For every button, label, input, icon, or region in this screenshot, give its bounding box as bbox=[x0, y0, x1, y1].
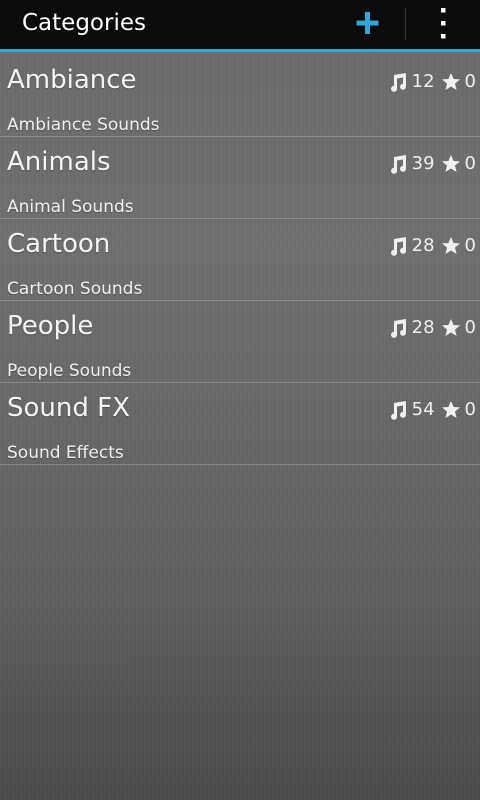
page-title: Categories bbox=[22, 10, 146, 36]
category-list: Ambiance 12 0 Ambiance Sounds Animals 39… bbox=[0, 55, 480, 465]
category-title: Animals bbox=[7, 147, 111, 177]
category-subtitle: Ambiance Sounds bbox=[7, 115, 160, 135]
star-icon bbox=[441, 236, 460, 254]
more-vertical-icon bbox=[441, 8, 446, 39]
music-note-icon bbox=[390, 400, 406, 420]
star-icon bbox=[441, 318, 460, 336]
star-icon bbox=[441, 400, 460, 418]
category-stats: 28 0 bbox=[388, 317, 476, 338]
favorite-count: 0 bbox=[464, 153, 476, 174]
category-title: Cartoon bbox=[7, 229, 111, 259]
category-subtitle: Cartoon Sounds bbox=[7, 279, 143, 299]
list-item-people[interactable]: People 28 0 People Sounds bbox=[0, 301, 480, 383]
plus-icon bbox=[356, 12, 379, 34]
add-category-button[interactable] bbox=[348, 4, 388, 44]
list-item-animals[interactable]: Animals 39 0 Animal Sounds bbox=[0, 137, 480, 219]
favorite-count: 0 bbox=[464, 399, 476, 420]
category-stats: 12 0 bbox=[388, 71, 476, 92]
favorite-count: 0 bbox=[464, 317, 476, 338]
category-title: Sound FX bbox=[7, 393, 130, 423]
music-note-icon bbox=[390, 318, 406, 338]
category-subtitle: People Sounds bbox=[7, 361, 132, 381]
category-subtitle: Animal Sounds bbox=[7, 197, 134, 217]
category-stats: 28 0 bbox=[388, 235, 476, 256]
sound-count: 12 bbox=[411, 71, 435, 92]
category-title: Ambiance bbox=[7, 65, 137, 95]
overflow-menu-button[interactable] bbox=[424, 4, 464, 44]
sound-count: 28 bbox=[411, 317, 435, 338]
list-item-ambiance[interactable]: Ambiance 12 0 Ambiance Sounds bbox=[0, 55, 480, 137]
category-stats: 39 0 bbox=[388, 153, 476, 174]
star-icon bbox=[441, 72, 460, 90]
category-stats: 54 0 bbox=[388, 399, 476, 420]
sound-count: 28 bbox=[411, 235, 435, 256]
music-note-icon bbox=[390, 154, 406, 174]
music-note-icon bbox=[390, 72, 406, 92]
category-subtitle: Sound Effects bbox=[7, 443, 124, 463]
list-item-sound-fx[interactable]: Sound FX 54 0 Sound Effects bbox=[0, 383, 480, 465]
list-item-cartoon[interactable]: Cartoon 28 0 Cartoon Sounds bbox=[0, 219, 480, 301]
category-title: People bbox=[7, 311, 94, 341]
action-bar-divider bbox=[405, 8, 406, 40]
sound-count: 54 bbox=[411, 399, 435, 420]
star-icon bbox=[441, 154, 460, 172]
action-bar: Categories bbox=[0, 0, 480, 52]
favorite-count: 0 bbox=[464, 71, 476, 92]
sound-count: 39 bbox=[411, 153, 435, 174]
music-note-icon bbox=[390, 236, 406, 256]
favorite-count: 0 bbox=[464, 235, 476, 256]
